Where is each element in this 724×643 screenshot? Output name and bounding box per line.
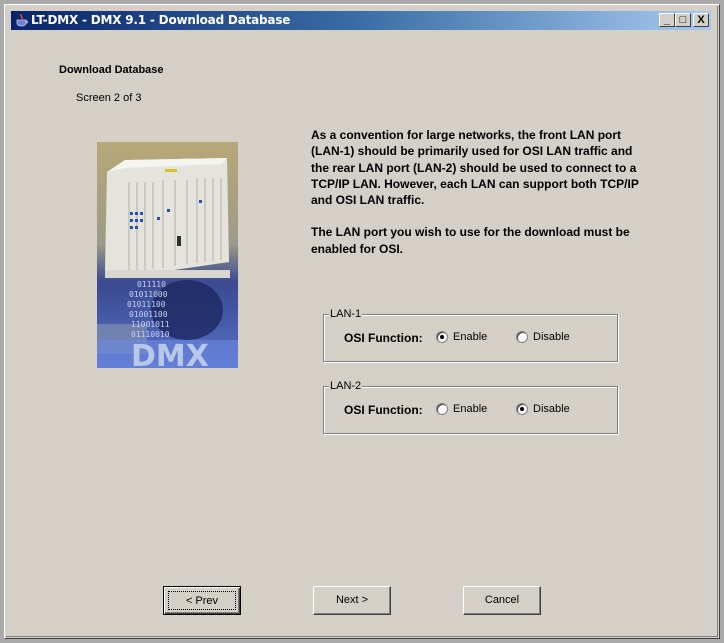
- radio-unchecked-icon[interactable]: [516, 331, 528, 343]
- radio-checked-icon[interactable]: [516, 403, 528, 415]
- lan1-disable-label[interactable]: Disable: [533, 331, 570, 343]
- maximize-button[interactable]: □: [675, 13, 691, 27]
- lan2-disable-radio[interactable]: Disable: [516, 403, 570, 415]
- lan1-group: LAN-1 OSI Function: Enable Disable: [323, 308, 618, 362]
- window-title: LT-DMX - DMX 9.1 - Download Database: [31, 13, 291, 27]
- prev-button-label: < Prev: [168, 591, 236, 610]
- minimize-button[interactable]: _: [659, 13, 675, 27]
- binary-line: 01001100: [129, 310, 168, 319]
- step-indicator: Screen 2 of 3: [76, 92, 142, 104]
- binary-line: 11001011: [131, 320, 170, 329]
- prev-button[interactable]: < Prev: [163, 586, 241, 615]
- dmx-illustration: 011110 01011000 01011100 01001100 110010…: [97, 142, 238, 368]
- lan2-osi-label: OSI Function:: [344, 403, 423, 417]
- lan1-enable-label[interactable]: Enable: [453, 331, 487, 343]
- wizard-content: Download Database Screen 2 of 3 011110 0…: [11, 31, 711, 629]
- lan2-enable-label[interactable]: Enable: [453, 403, 487, 415]
- binary-line: 01011100: [127, 300, 166, 309]
- lan2-disable-label[interactable]: Disable: [533, 403, 570, 415]
- lan2-group: LAN-2 OSI Function: Enable Disable: [323, 380, 618, 434]
- title-bar[interactable]: LT-DMX - DMX 9.1 - Download Database _ □…: [11, 11, 711, 30]
- description: As a convention for large networks, the …: [311, 127, 651, 273]
- lan1-disable-radio[interactable]: Disable: [516, 331, 570, 343]
- binary-line: 01110010: [131, 330, 170, 339]
- radio-checked-icon[interactable]: [436, 331, 448, 343]
- lan1-enable-radio[interactable]: Enable: [436, 331, 487, 343]
- dmx-product-image: 011110 01011000 01011100 01001100 110010…: [97, 142, 238, 368]
- lan1-group-title: LAN-1: [329, 308, 363, 320]
- lan2-group-title: LAN-2: [329, 380, 363, 392]
- binary-line: 011110: [137, 280, 166, 289]
- java-cup-icon: [16, 13, 28, 27]
- description-paragraph-1: As a convention for large networks, the …: [311, 128, 639, 208]
- close-icon: X: [697, 14, 705, 26]
- cancel-button[interactable]: Cancel: [463, 586, 541, 615]
- radio-unchecked-icon[interactable]: [436, 403, 448, 415]
- next-button[interactable]: Next >: [313, 586, 391, 615]
- maximize-icon: □: [679, 14, 687, 26]
- lan2-enable-radio[interactable]: Enable: [436, 403, 487, 415]
- minimize-icon: _: [663, 14, 671, 26]
- dmx-logo-text: DMX: [131, 339, 209, 368]
- lan1-osi-label: OSI Function:: [344, 331, 423, 345]
- page-title: Download Database: [59, 64, 164, 76]
- close-button[interactable]: X: [693, 13, 709, 27]
- binary-line: 01011000: [129, 290, 168, 299]
- description-paragraph-2: The LAN port you wish to use for the dow…: [311, 225, 630, 256]
